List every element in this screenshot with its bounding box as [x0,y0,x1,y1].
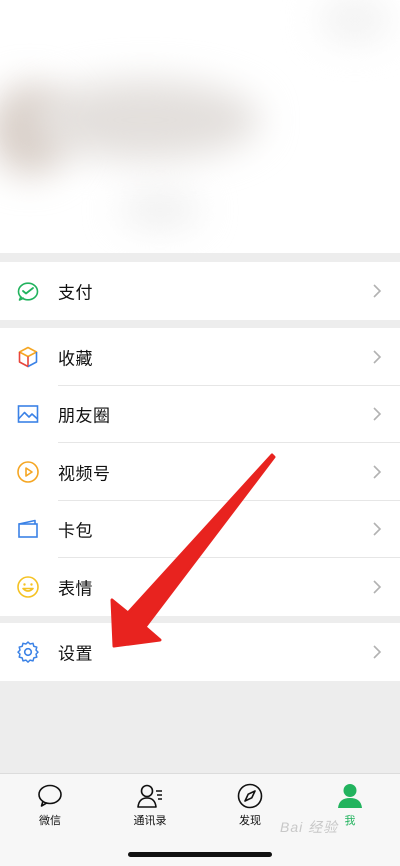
blurred-name [30,80,260,160]
menu-item-label: 卡包 [58,521,93,542]
chevron-right-icon [373,350,382,364]
menu-item-stickers[interactable]: 表情 [0,558,400,616]
tab-discover[interactable]: 发现 [220,782,280,832]
profile-header[interactable] [0,0,400,253]
menu-group-main: 收藏 朋友圈 视频号 卡包 表情 [0,328,400,616]
channels-icon [17,460,39,483]
tab-label: 微信 [39,814,61,827]
menu-item-label: 视频号 [58,464,111,485]
chevron-right-icon [373,522,382,536]
card-wallet-icon [18,519,38,539]
chevron-right-icon [373,645,382,659]
blurred-qr [120,195,200,225]
chevron-right-icon [373,407,382,421]
menu-item-pay[interactable]: 支付 [0,262,400,320]
contacts-icon [137,784,162,808]
settings-icon [17,641,39,663]
chevron-right-icon [373,284,382,298]
watermark: Bai 经验 [280,819,339,835]
chevron-right-icon [373,465,382,479]
home-indicator[interactable] [128,852,272,857]
stickers-icon [17,575,39,598]
tab-chats[interactable]: 微信 [20,782,80,832]
menu-item-favorites[interactable]: 收藏 [0,328,400,386]
menu-group-settings: 设置 [0,623,400,681]
menu-item-label: 设置 [58,644,93,665]
menu-item-channels[interactable]: 视频号 [0,443,400,501]
tab-label: 通讯录 [133,814,167,827]
chevron-right-icon [373,580,382,594]
menu-item-label: 支付 [58,283,93,304]
menu-item-moments[interactable]: 朋友圈 [0,386,400,443]
blurred-camera [320,0,390,40]
me-person-icon [338,784,362,808]
menu-item-label: 朋友圈 [58,406,111,427]
menu-item-card-wallet[interactable]: 卡包 [0,501,400,558]
discover-compass-icon [237,783,263,809]
menu-group-pay: 支付 [0,262,400,320]
tab-contacts[interactable]: 通讯录 [120,782,180,832]
moments-icon [17,405,39,424]
pay-icon [17,282,39,301]
menu-item-label: 收藏 [58,349,93,370]
menu-item-settings[interactable]: 设置 [0,623,400,681]
tab-label: 发现 [239,814,261,827]
menu-item-label: 表情 [58,579,93,600]
chat-icon [38,784,62,807]
favorites-icon [18,346,38,368]
